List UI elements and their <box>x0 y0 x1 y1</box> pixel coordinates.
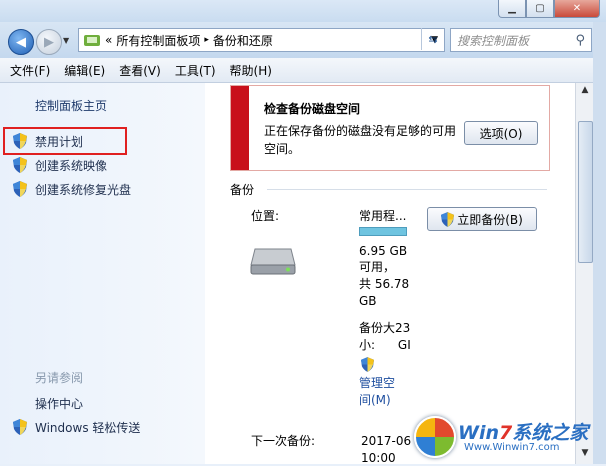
alert-title: 检查备份磁盘空间 <box>264 102 361 116</box>
recent-pages-icon[interactable]: ▼ <box>63 36 69 45</box>
manage-space-link-cont[interactable]: 间(M) <box>359 392 391 408</box>
maximize-button[interactable]: ▢ <box>526 0 554 18</box>
watermark: Win7系统之家 Www.Winwin7.com <box>410 410 606 464</box>
manage-space-link[interactable]: 管理空 <box>359 375 395 391</box>
location-value: 常用程... <box>359 209 407 223</box>
sidebar-item-create-image[interactable]: 创建系统映像 <box>35 157 107 174</box>
watermark-brand-b: 7 <box>499 422 513 444</box>
refresh-icon[interactable]: ⇆ <box>421 28 444 50</box>
sidebar-item-repair-disc[interactable]: 创建系统修复光盘 <box>35 181 131 198</box>
menu-tools[interactable]: 工具(T) <box>175 62 216 79</box>
watermark-url: Www.Winwin7.com <box>464 442 560 453</box>
free-space-line4: GB <box>359 294 377 308</box>
vertical-scrollbar[interactable]: ▲ ▼ <box>575 83 594 464</box>
next-backup-label: 下一次备份: <box>251 434 316 448</box>
backup-now-label: 立即备份(B) <box>457 212 523 227</box>
close-button[interactable]: ✕ <box>554 0 600 18</box>
menu-view[interactable]: 查看(V) <box>119 62 161 79</box>
hard-drive-icon <box>250 248 296 275</box>
disk-usage-bar <box>359 227 407 236</box>
forward-button[interactable]: ▶ <box>36 29 62 55</box>
search-input[interactable]: 搜索控制面板 <box>457 32 529 49</box>
location-label: 位置: <box>251 209 280 223</box>
watermark-brand-c: 系统之家 <box>512 422 589 444</box>
breadcrumb-backup-restore[interactable]: 备份和还原 <box>213 32 273 49</box>
disk-space-alert: 检查备份磁盘空间 正在保存备份的磁盘没有足够的可用空间。 选项(O) <box>230 85 550 171</box>
see-also-heading: 另请参阅 <box>35 371 84 385</box>
backup-size-line1: 备份大23 <box>359 321 411 335</box>
breadcrumb-all-items[interactable]: 所有控制面板项 <box>116 32 200 49</box>
options-button[interactable]: 选项(O) <box>464 121 538 145</box>
control-panel-icon <box>84 35 100 46</box>
menu-file[interactable]: 文件(F) <box>10 62 50 79</box>
sidebar-item-disable-schedule[interactable]: 禁用计划 <box>35 133 83 150</box>
search-box[interactable]: 搜索控制面板 ⚲ <box>450 28 592 52</box>
sidebar-item-easy-transfer[interactable]: Windows 轻松传送 <box>35 419 140 436</box>
section-divider <box>267 189 547 190</box>
window-border <box>593 22 606 464</box>
scroll-up-icon[interactable]: ▲ <box>578 85 592 99</box>
sidebar: 控制面板主页 禁用计划 创建系统映像 创建系统修复光盘 另请参阅 操作中心 Wi… <box>0 83 205 464</box>
shield-icon <box>13 133 27 149</box>
shield-icon <box>13 419 27 435</box>
sidebar-item-action-center[interactable]: 操作中心 <box>35 395 83 412</box>
breadcrumb-overflow[interactable]: « <box>105 33 112 47</box>
free-space-line1: 6.95 GB <box>359 244 408 258</box>
menu-edit[interactable]: 编辑(E) <box>64 62 105 79</box>
backup-size-line2: 小: GI <box>359 338 411 352</box>
watermark-brand: Win7系统之家 <box>458 418 588 445</box>
free-space-line2: 可用， <box>359 260 396 274</box>
scroll-thumb[interactable] <box>578 121 593 263</box>
breadcrumb-separator-icon[interactable]: ▸ <box>204 35 209 45</box>
shield-icon <box>441 211 455 227</box>
backup-section-title: 备份 <box>230 183 255 197</box>
alert-color-bar <box>231 86 249 170</box>
watermark-brand-a: Win <box>458 422 499 444</box>
shield-icon <box>13 157 27 173</box>
back-button[interactable]: ◀ <box>8 29 34 55</box>
alert-message: 正在保存备份的磁盘没有足够的可用空间。 <box>264 124 457 156</box>
search-icon[interactable]: ⚲ <box>575 33 585 48</box>
backup-now-button[interactable]: 立即备份(B) <box>427 207 537 231</box>
menu-bar: 文件(F) 编辑(E) 查看(V) 工具(T) 帮助(H) <box>0 58 606 83</box>
minimize-button[interactable]: ▁ <box>498 0 526 18</box>
shield-icon <box>361 357 374 372</box>
sidebar-home-link[interactable]: 控制面板主页 <box>35 97 107 114</box>
address-bar[interactable]: « 所有控制面板项 ▸ 备份和还原 ▼ <box>78 28 445 52</box>
window-controls: ▁ ▢ ✕ <box>498 0 600 18</box>
next-backup-value: 2017-06 <box>361 434 412 448</box>
menu-help[interactable]: 帮助(H) <box>230 62 272 79</box>
windows-logo-icon <box>414 416 456 458</box>
main-content: 检查备份磁盘空间 正在保存备份的磁盘没有足够的可用空间。 选项(O) 备份 位置… <box>205 83 575 465</box>
free-space-line3: 共 56.78 <box>359 277 410 291</box>
shield-icon <box>13 181 27 197</box>
